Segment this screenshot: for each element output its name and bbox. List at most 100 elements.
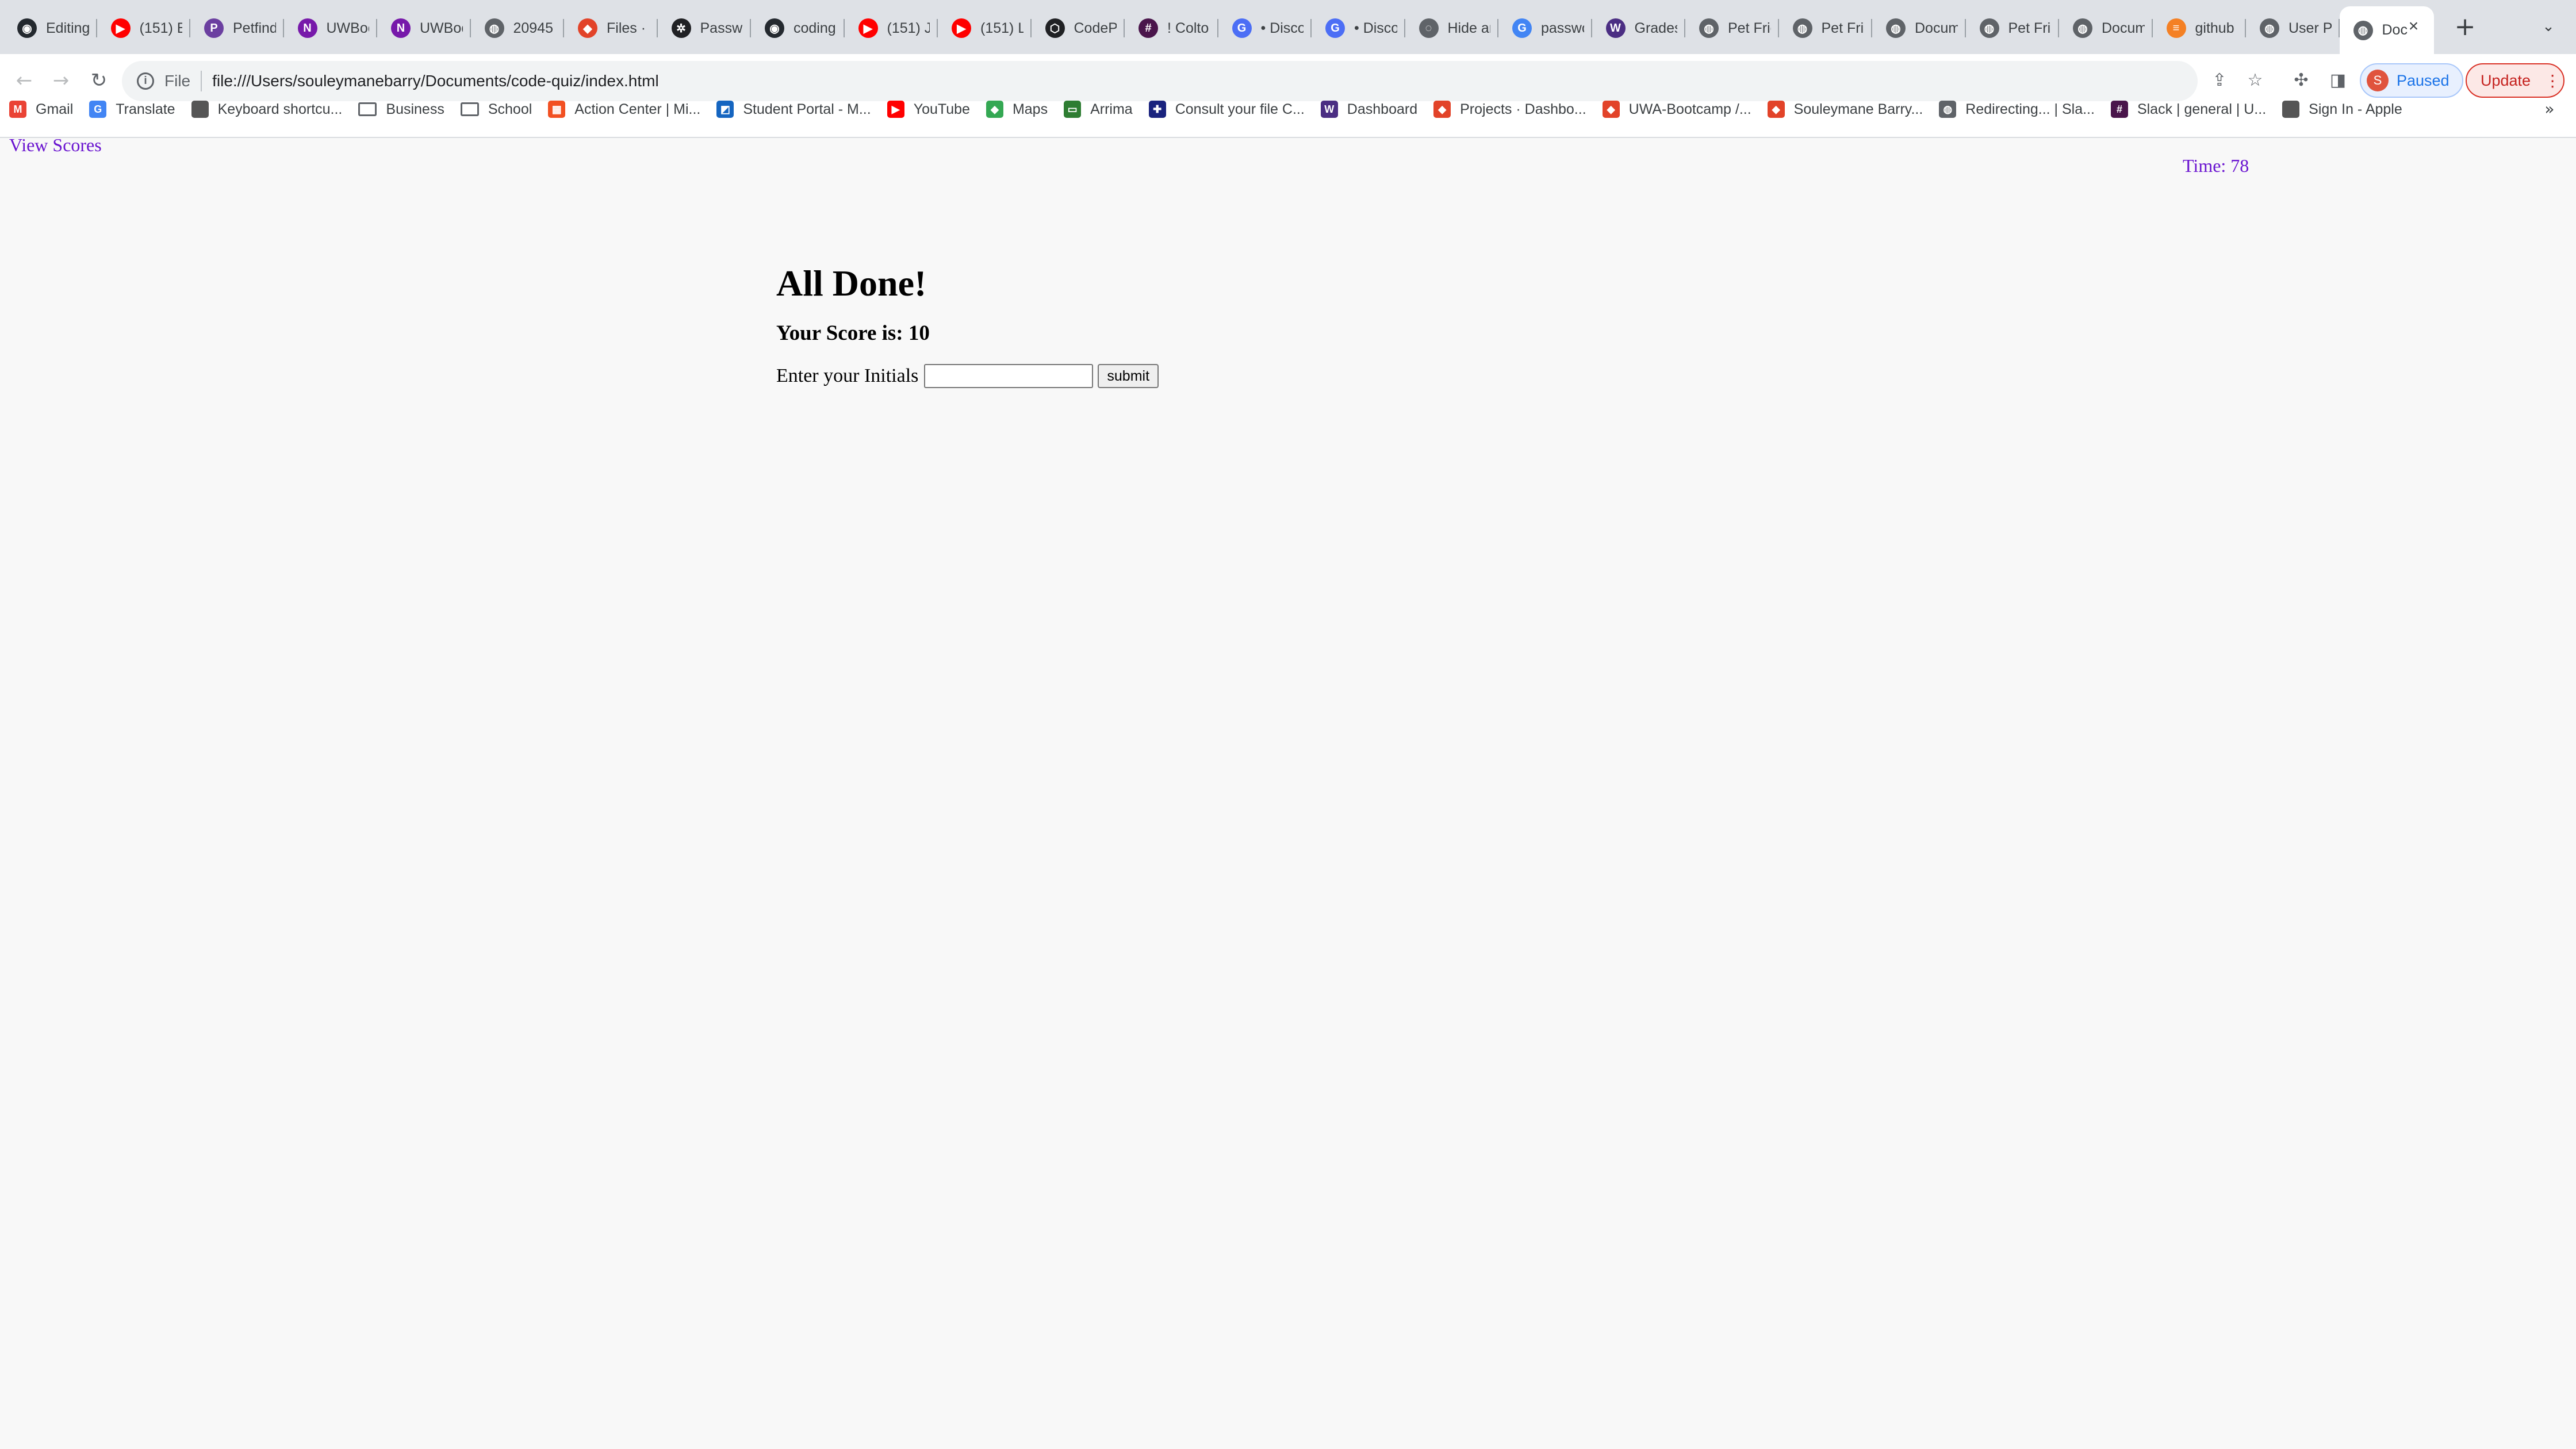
- back-arrow-icon[interactable]: ←: [9, 66, 39, 95]
- gitlab-icon: ◆: [1602, 101, 1620, 118]
- browser-tab[interactable]: W Grades: [1592, 10, 1686, 47]
- slack-icon: #: [2110, 101, 2128, 118]
- url-text[interactable]: file:///Users/souleymanebarry/Documents/…: [212, 72, 659, 90]
- browser-tab[interactable]: ◉ coding: [751, 10, 845, 47]
- browser-tab[interactable]: G • Disco: [1312, 10, 1405, 47]
- bookmark-item[interactable]: ◆ UWA-Bootcamp /...: [1593, 94, 1758, 124]
- close-tab-icon[interactable]: ×: [2404, 17, 2424, 36]
- browser-tab[interactable]: N UWBoo: [284, 10, 378, 47]
- profile-button[interactable]: S Paused: [2360, 63, 2463, 98]
- bookmark-label: Consult your file C...: [1175, 101, 1305, 117]
- browser-tab[interactable]: N UWBoo: [377, 10, 471, 47]
- browser-tab[interactable]: ◍ Docum: [2059, 10, 2153, 47]
- translate-icon: G: [89, 101, 107, 118]
- share-icon[interactable]: ⇪: [2205, 66, 2234, 95]
- bookmark-label: Gmail: [36, 101, 74, 117]
- tab-title: (151) B: [139, 20, 183, 36]
- browser-tab[interactable]: P Petfind: [190, 10, 284, 47]
- folder-icon: [460, 102, 479, 116]
- tab-title: (151) Ja: [887, 20, 930, 36]
- globe-icon: ◍: [1792, 18, 1812, 38]
- hide-icon: ◌: [1419, 18, 1439, 38]
- browser-tab[interactable]: ◍ User Pr: [2246, 10, 2340, 47]
- gitlab-icon: ◆: [1767, 101, 1785, 118]
- submit-button[interactable]: submit: [1098, 364, 1159, 389]
- browser-tab[interactable]: ◍ Pet Frie: [1966, 10, 2060, 47]
- bookmark-item[interactable]: ▭ Arrima: [1055, 94, 1140, 124]
- menu-dots-icon[interactable]: ⋮: [2544, 71, 2560, 90]
- browser-tab[interactable]: ◆ Files ·: [564, 10, 658, 47]
- slack-icon: #: [1138, 18, 1158, 38]
- bookmark-item[interactable]: # Slack | general | U...: [2102, 94, 2273, 124]
- apple-icon: [191, 101, 209, 118]
- bookmark-item[interactable]: Keyboard shortcu...: [182, 94, 350, 124]
- bookmark-item[interactable]: ◍ Redirecting... | Sla...: [1930, 94, 2102, 124]
- site-info-icon[interactable]: i: [137, 72, 154, 90]
- omnibox-divider: [201, 71, 202, 91]
- bookmark-item[interactable]: W Dashboard: [1312, 94, 1424, 124]
- browser-tab[interactable]: Gpasswo: [1498, 10, 1592, 47]
- forward-arrow-icon[interactable]: →: [46, 66, 76, 95]
- bookmark-item[interactable]: ◆ Souleymane Barry...: [1758, 94, 1930, 124]
- bookmark-item[interactable]: Sign In - Apple: [2273, 94, 2409, 124]
- youtube-icon: ▶: [858, 18, 878, 38]
- browser-tab[interactable]: ✲ Passwo: [658, 10, 752, 47]
- browser-tab[interactable]: ◍ Docum: [1872, 10, 1966, 47]
- browser-tab[interactable]: ◌ Hide ar: [1405, 10, 1499, 47]
- globe-icon: ◍: [1979, 18, 1999, 38]
- bookmark-item[interactable]: Business: [349, 94, 451, 124]
- tab-title: ! Colto: [1167, 20, 1209, 36]
- folder-icon: [358, 102, 377, 116]
- tab-search-icon[interactable]: ⌄: [2537, 15, 2560, 38]
- initials-input[interactable]: [924, 364, 1094, 389]
- bookmark-item[interactable]: ▶ YouTube: [878, 94, 977, 124]
- bookmark-label: Student Portal - M...: [743, 101, 871, 117]
- browser-tab[interactable]: ▶ (151) B: [97, 10, 191, 47]
- browser-tab[interactable]: ◉ Editing: [3, 10, 97, 47]
- browser-tab[interactable]: ◍ Doc ×: [2339, 6, 2434, 54]
- browser-tab[interactable]: G • Disco: [1218, 10, 1312, 47]
- avatar: S: [2367, 70, 2389, 91]
- browser-tab[interactable]: # ! Colto: [1125, 10, 1218, 47]
- extensions-icon[interactable]: ✣: [2286, 66, 2316, 95]
- browser-tab[interactable]: ▶ (151) Ja: [845, 10, 938, 47]
- tab-title: passwo: [1541, 20, 1584, 36]
- browser-tab[interactable]: ◍ 20945: [471, 10, 565, 47]
- side-panel-icon[interactable]: ◨: [2323, 66, 2353, 95]
- bookmark-item[interactable]: ◩ Student Portal - M...: [707, 94, 877, 124]
- tab-title: Files ·: [607, 20, 646, 36]
- view-scores-link[interactable]: View Scores: [9, 135, 102, 156]
- new-tab-button[interactable]: +: [2451, 13, 2479, 41]
- discord-icon: G: [1325, 18, 1345, 38]
- update-button[interactable]: Update ⋮: [2466, 63, 2564, 98]
- browser-tab[interactable]: ≡ github: [2153, 10, 2247, 47]
- browser-tab[interactable]: ⬡ CodeP: [1032, 10, 1125, 47]
- tab-title: Docum: [1915, 20, 1958, 36]
- tab-title: Grades: [1634, 20, 1678, 36]
- tab-title: Pet Frie: [1728, 20, 1771, 36]
- apple-icon: [2282, 101, 2300, 118]
- update-label: Update: [2481, 71, 2531, 89]
- bookmarks-overflow-icon[interactable]: »: [2538, 94, 2561, 124]
- bookmark-item[interactable]: ◆ Projects · Dashbo...: [1424, 94, 1593, 124]
- bookmark-item[interactable]: School: [451, 94, 539, 124]
- onenote-icon: N: [391, 18, 411, 38]
- tab-strip: + ⌄ ◉ Editing ▶ (151) B P Petfind N UWBoo N UWBoo…: [0, 0, 2576, 54]
- bookmark-item[interactable]: M Gmail: [0, 94, 80, 124]
- onenote-icon: N: [297, 18, 317, 38]
- tab-title: Passwo: [700, 20, 743, 36]
- browser-tab[interactable]: ◍ Pet Frie: [1779, 10, 1873, 47]
- tab-title: Pet Frie: [1821, 20, 1865, 36]
- browser-tab[interactable]: ◍ Pet Frie: [1685, 10, 1779, 47]
- bookmark-item[interactable]: ▦ Action Center | Mi...: [539, 94, 707, 124]
- reload-icon[interactable]: ↻: [84, 66, 114, 95]
- arrima-icon: ▭: [1064, 101, 1082, 118]
- bookmark-star-icon[interactable]: ☆: [2240, 66, 2270, 95]
- bookmark-item[interactable]: G Translate: [80, 94, 182, 124]
- bookmark-item[interactable]: ◆ Maps: [977, 94, 1055, 124]
- gmail-icon: M: [9, 101, 26, 118]
- bookmark-label: Souleymane Barry...: [1793, 101, 1923, 117]
- browser-tab[interactable]: ▶ (151) Le: [938, 10, 1032, 47]
- globe-icon: ◍: [484, 18, 504, 38]
- bookmark-item[interactable]: ✚ Consult your file C...: [1140, 94, 1312, 124]
